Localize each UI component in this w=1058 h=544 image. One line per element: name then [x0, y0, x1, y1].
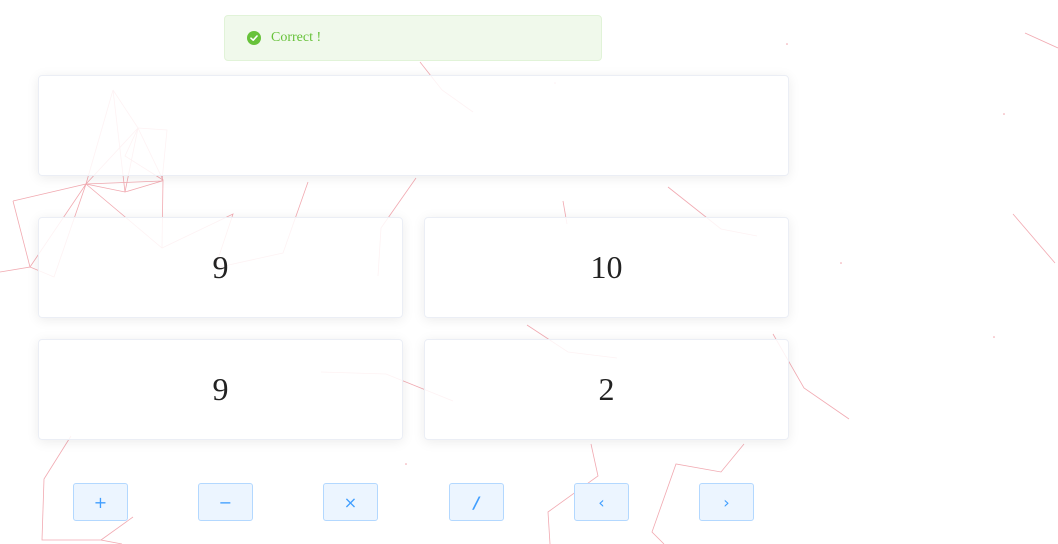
undo-button[interactable]: ‹	[574, 483, 629, 521]
multiply-button[interactable]: ×	[323, 483, 378, 521]
check-circle-icon	[247, 31, 261, 45]
number-card-3[interactable]: 9	[38, 339, 403, 440]
result-display	[38, 75, 789, 176]
toast-message: Correct !	[271, 30, 322, 45]
number-card-1[interactable]: 9	[38, 217, 403, 318]
success-toast: Correct !	[224, 15, 602, 61]
subtract-button[interactable]: −	[198, 483, 253, 521]
add-button[interactable]: +	[73, 483, 128, 521]
number-card-4[interactable]: 2	[424, 339, 789, 440]
number-card-2[interactable]: 10	[424, 217, 789, 318]
divide-button[interactable]: /	[449, 483, 504, 521]
redo-button[interactable]: ›	[699, 483, 754, 521]
